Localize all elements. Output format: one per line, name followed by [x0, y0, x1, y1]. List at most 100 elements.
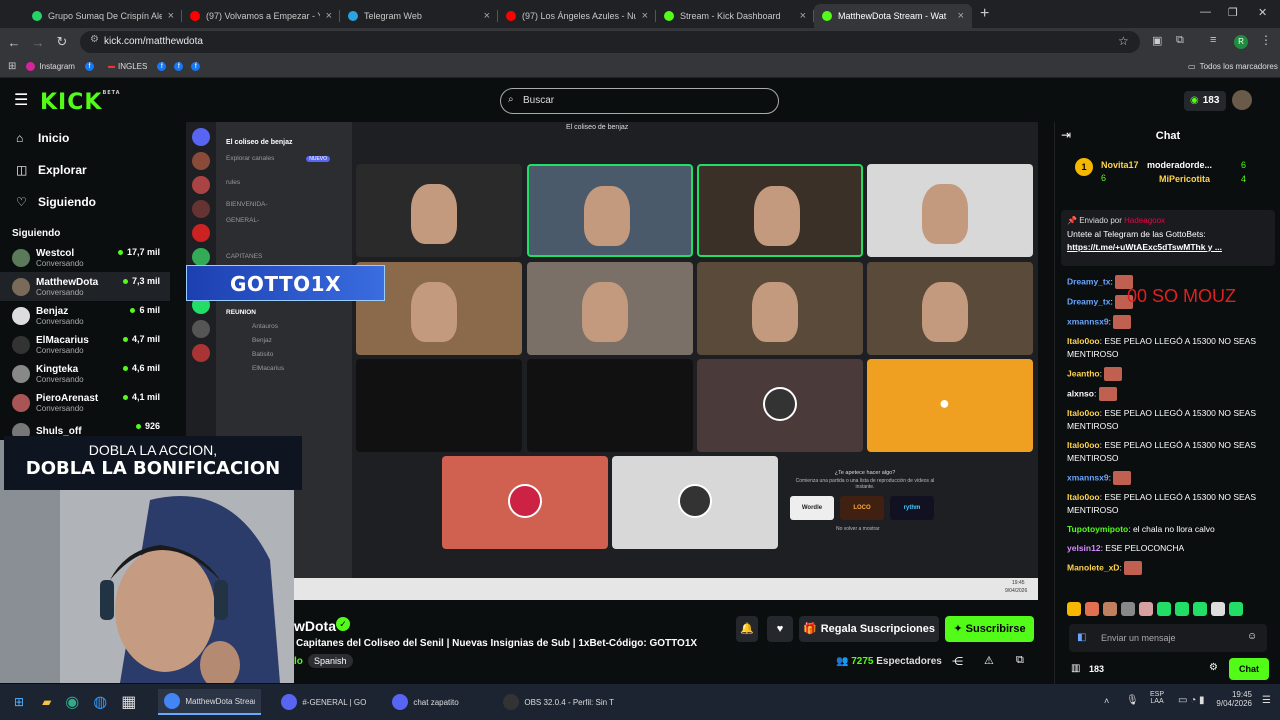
chat-username[interactable]: xmannsx9	[1067, 472, 1109, 482]
taskbar-app[interactable]: OBS 32.0.4 - Perfil: Sin T	[503, 689, 614, 715]
close-tab-icon[interactable]: ×	[958, 10, 964, 22]
apps-grid-icon[interactable]: ⊞	[8, 61, 16, 72]
nav-inicio[interactable]: ⌂ Inicio	[0, 122, 170, 154]
bookmark-star-icon[interactable]: ☆	[1118, 34, 1129, 48]
chat-username[interactable]: Italo0oo	[1067, 408, 1100, 418]
notification-bell-icon[interactable]: 🔔	[736, 616, 758, 642]
reload-icon[interactable]: ↻	[50, 34, 74, 50]
sidebar-channel[interactable]: Westcol Conversando 17,7 mil	[0, 243, 170, 272]
browser-tab[interactable]: MatthewDota Stream - Wat ×	[814, 4, 972, 28]
sidebar-channel[interactable]: ElMacarius Conversando 4,7 mil	[0, 330, 170, 359]
emote-icon[interactable]	[1067, 602, 1081, 616]
chat-username[interactable]: yelsin12	[1067, 543, 1101, 553]
bookmark-ingles[interactable]: ▬ INGLES	[108, 62, 147, 71]
chat-username[interactable]: Italo0oo	[1067, 492, 1100, 502]
file-explorer-icon[interactable]: ▰	[42, 695, 51, 709]
user-avatar[interactable]	[1232, 90, 1252, 110]
language-indicator[interactable]: ESP LAA	[1150, 691, 1164, 705]
back-icon[interactable]: ←	[2, 35, 26, 50]
emote-icon[interactable]	[1193, 602, 1207, 616]
bookmark-facebook-3[interactable]: f	[174, 62, 187, 71]
subscribe-button[interactable]: ✦ Suscribirse	[945, 616, 1034, 642]
hamburger-menu-icon[interactable]: ☰	[14, 90, 28, 110]
search-input[interactable]: Buscar	[500, 88, 779, 114]
browser-tab[interactable]: (97) Volvamos a Empezar - You ×	[182, 4, 340, 28]
taskbar-clock[interactable]: 19:45 9/04/2026	[1212, 690, 1252, 708]
notifications-icon[interactable]: ☰	[1262, 695, 1271, 706]
kick-logo[interactable]: KICKBETA	[40, 90, 121, 115]
microphone-icon[interactable]: 🎙	[1126, 695, 1139, 706]
chat-settings-icon[interactable]: ⚙	[1209, 662, 1218, 673]
browser-tab[interactable]: Grupo Sumaq De Crispín Alegr ×	[24, 4, 182, 28]
taskbar-app[interactable]: MatthewDota Stream -	[158, 689, 262, 715]
chat-username[interactable]: Italo0oo	[1067, 440, 1100, 450]
pinned-message[interactable]: 📌 Enviado por Hadeagoox Untete al Telegr…	[1061, 210, 1275, 266]
kick-coins-button[interactable]: ◉ 183	[1184, 91, 1226, 111]
category-link[interactable]: lo	[294, 656, 303, 667]
stream-video[interactable]: El coliseo de benjaz Explorar canales NU…	[186, 122, 1038, 600]
edge-blue-icon[interactable]: ◍	[93, 692, 107, 712]
store-icon[interactable]: ▦	[121, 692, 136, 712]
emote-icon[interactable]	[1103, 602, 1117, 616]
channel-name[interactable]: wDota	[294, 618, 336, 634]
close-tab-icon[interactable]: ×	[642, 10, 648, 22]
share-icon[interactable]: ⋲	[952, 655, 963, 668]
chat-username[interactable]: Manolete_xD	[1067, 562, 1119, 572]
taskbar-app[interactable]: #-GENERAL | GO	[281, 689, 372, 715]
edge-icon[interactable]: ◉	[65, 692, 79, 712]
chat-username[interactable]: xmannsx9	[1067, 316, 1109, 326]
clip-icon[interactable]: ⧉	[1016, 654, 1024, 667]
all-bookmarks[interactable]: ▭ Todos los marcadores	[1188, 62, 1278, 71]
sidebar-channel[interactable]: PieroArenast Conversando 4,1 mil	[0, 388, 170, 417]
emote-icon[interactable]	[1175, 602, 1189, 616]
windows-start-icon[interactable]: ⊞	[14, 695, 24, 709]
new-tab-button[interactable]: +	[980, 5, 989, 23]
site-info-icon[interactable]: ⚙	[90, 34, 99, 45]
emote-icon[interactable]	[1229, 602, 1243, 616]
language-tag[interactable]: Spanish	[308, 654, 353, 668]
profile-avatar[interactable]: R	[1234, 35, 1248, 49]
emote-icon[interactable]	[1121, 602, 1135, 616]
sidebar-channel[interactable]: Benjaz Conversando 6 mil	[0, 301, 170, 330]
emote-icon[interactable]	[1139, 602, 1153, 616]
browser-tab[interactable]: Telegram Web ×	[340, 4, 498, 28]
cast-icon[interactable]: ▣	[1152, 34, 1162, 47]
taskbar-app[interactable]: chat zapatito	[392, 689, 483, 715]
browser-tab[interactable]: Stream - Kick Dashboard ×	[656, 4, 814, 28]
media-icon[interactable]: ≡	[1210, 34, 1216, 46]
menu-dots-icon[interactable]: ⋮	[1260, 33, 1272, 47]
emoji-icon[interactable]: ☺	[1247, 631, 1257, 642]
chat-username[interactable]: Dreamy_tx	[1067, 296, 1110, 306]
wifi-icon[interactable]: ▭ ◔ ▮	[1178, 695, 1205, 706]
close-window-icon[interactable]: ✕	[1258, 6, 1267, 19]
gift-subs-button[interactable]: 🎁 Regala Suscripciones	[799, 616, 939, 642]
close-tab-icon[interactable]: ×	[800, 10, 806, 22]
report-icon[interactable]: ⚠	[984, 654, 994, 667]
chat-username[interactable]: Dreamy_tx	[1067, 276, 1110, 286]
follow-heart-icon[interactable]: ♥	[767, 616, 793, 642]
forward-icon[interactable]: →	[26, 35, 50, 50]
close-tab-icon[interactable]: ×	[484, 10, 490, 22]
chat-username[interactable]: Jeantho	[1067, 368, 1100, 378]
send-chat-button[interactable]: Chat	[1229, 658, 1269, 680]
bookmark-instagram[interactable]: Instagram	[26, 62, 75, 71]
sidebar-channel[interactable]: MatthewDota Conversando 7,3 mil	[0, 272, 170, 301]
close-tab-icon[interactable]: ×	[168, 10, 174, 22]
chat-username[interactable]: alxnso	[1067, 388, 1094, 398]
chat-input[interactable]: Enviar un mensaje	[1069, 624, 1267, 652]
minimize-icon[interactable]: —	[1200, 6, 1211, 18]
chat-username[interactable]: Tupotoymipoto	[1067, 524, 1128, 534]
close-tab-icon[interactable]: ×	[326, 10, 332, 22]
emote-icon[interactable]	[1157, 602, 1171, 616]
extensions-icon[interactable]: ⧉	[1176, 34, 1184, 47]
sidebar-channel[interactable]: Kingteka Conversando 4,6 mil	[0, 359, 170, 388]
emote-icon[interactable]	[1085, 602, 1099, 616]
browser-tab[interactable]: (97) Los Ángeles Azules - Nunc ×	[498, 4, 656, 28]
url-field[interactable]: kick.com/matthewdota	[80, 31, 1140, 53]
chat-username[interactable]: Italo0oo	[1067, 336, 1100, 346]
nav-siguiendo[interactable]: ♡ Siguiendo	[0, 186, 170, 218]
tray-arrow-icon[interactable]: ˄	[1104, 696, 1109, 706]
emote-icon[interactable]	[1211, 602, 1225, 616]
nav-explorar[interactable]: ◫ Explorar	[0, 154, 170, 186]
bookmark-facebook-2[interactable]: f	[157, 62, 170, 71]
